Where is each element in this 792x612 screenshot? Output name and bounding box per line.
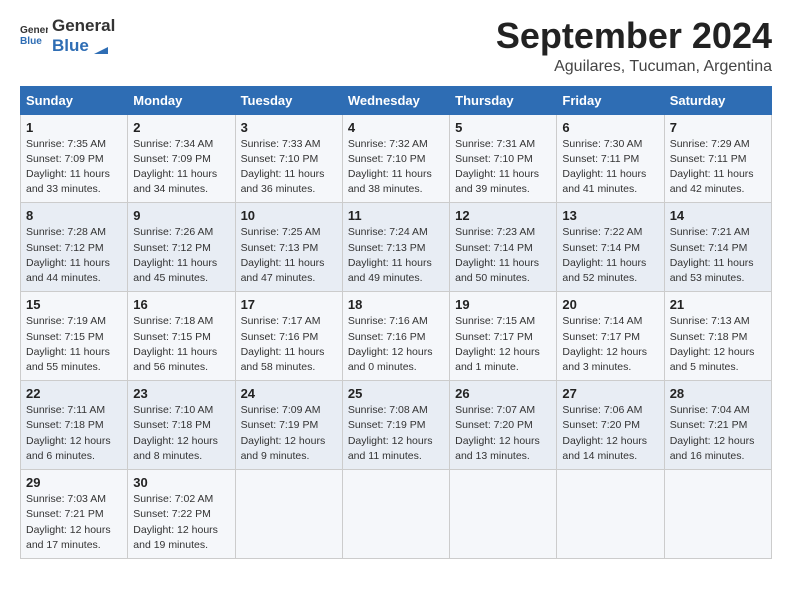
- calendar-cell-7: 7Sunrise: 7:29 AMSunset: 7:11 PMDaylight…: [664, 114, 771, 203]
- calendar-cell-1: 1Sunrise: 7:35 AMSunset: 7:09 PMDaylight…: [21, 114, 128, 203]
- weekday-header-friday: Friday: [557, 86, 664, 114]
- calendar-cell-21: 21Sunrise: 7:13 AMSunset: 7:18 PMDayligh…: [664, 292, 771, 381]
- calendar-cell-13: 13Sunrise: 7:22 AMSunset: 7:14 PMDayligh…: [557, 203, 664, 292]
- calendar-week-2: 8Sunrise: 7:28 AMSunset: 7:12 PMDaylight…: [21, 203, 772, 292]
- calendar-cell-5: 5Sunrise: 7:31 AMSunset: 7:10 PMDaylight…: [450, 114, 557, 203]
- calendar-cell-23: 23Sunrise: 7:10 AMSunset: 7:18 PMDayligh…: [128, 381, 235, 470]
- calendar-cell-26: 26Sunrise: 7:07 AMSunset: 7:20 PMDayligh…: [450, 381, 557, 470]
- weekday-header-tuesday: Tuesday: [235, 86, 342, 114]
- weekday-header-thursday: Thursday: [450, 86, 557, 114]
- calendar-cell-15: 15Sunrise: 7:19 AMSunset: 7:15 PMDayligh…: [21, 292, 128, 381]
- calendar-cell-27: 27Sunrise: 7:06 AMSunset: 7:20 PMDayligh…: [557, 381, 664, 470]
- weekday-header-saturday: Saturday: [664, 86, 771, 114]
- calendar-cell-30: 30Sunrise: 7:02 AMSunset: 7:22 PMDayligh…: [128, 470, 235, 559]
- calendar-cell-22: 22Sunrise: 7:11 AMSunset: 7:18 PMDayligh…: [21, 381, 128, 470]
- logo-triangle: [94, 40, 108, 54]
- calendar-cell-18: 18Sunrise: 7:16 AMSunset: 7:16 PMDayligh…: [342, 292, 449, 381]
- month-title: September 2024: [496, 16, 772, 56]
- calendar-cell-8: 8Sunrise: 7:28 AMSunset: 7:12 PMDaylight…: [21, 203, 128, 292]
- logo-icon: General Blue: [20, 22, 48, 50]
- calendar-cell-4: 4Sunrise: 7:32 AMSunset: 7:10 PMDaylight…: [342, 114, 449, 203]
- calendar-cell-25: 25Sunrise: 7:08 AMSunset: 7:19 PMDayligh…: [342, 381, 449, 470]
- calendar-cell-20: 20Sunrise: 7:14 AMSunset: 7:17 PMDayligh…: [557, 292, 664, 381]
- weekday-header-monday: Monday: [128, 86, 235, 114]
- logo-general: General: [52, 16, 115, 36]
- location-title: Aguilares, Tucuman, Argentina: [496, 58, 772, 76]
- calendar-cell-empty: [557, 470, 664, 559]
- calendar-cell-24: 24Sunrise: 7:09 AMSunset: 7:19 PMDayligh…: [235, 381, 342, 470]
- calendar-week-1: 1Sunrise: 7:35 AMSunset: 7:09 PMDaylight…: [21, 114, 772, 203]
- calendar-cell-29: 29Sunrise: 7:03 AMSunset: 7:21 PMDayligh…: [21, 470, 128, 559]
- calendar-week-5: 29Sunrise: 7:03 AMSunset: 7:21 PMDayligh…: [21, 470, 772, 559]
- calendar-cell-6: 6Sunrise: 7:30 AMSunset: 7:11 PMDaylight…: [557, 114, 664, 203]
- calendar-cell-12: 12Sunrise: 7:23 AMSunset: 7:14 PMDayligh…: [450, 203, 557, 292]
- calendar-cell-empty: [664, 470, 771, 559]
- calendar-week-3: 15Sunrise: 7:19 AMSunset: 7:15 PMDayligh…: [21, 292, 772, 381]
- calendar-week-4: 22Sunrise: 7:11 AMSunset: 7:18 PMDayligh…: [21, 381, 772, 470]
- weekday-header-row: SundayMondayTuesdayWednesdayThursdayFrid…: [21, 86, 772, 114]
- calendar-cell-empty: [450, 470, 557, 559]
- svg-text:General: General: [20, 25, 48, 36]
- calendar-cell-2: 2Sunrise: 7:34 AMSunset: 7:09 PMDaylight…: [128, 114, 235, 203]
- title-area: September 2024 Aguilares, Tucuman, Argen…: [496, 16, 772, 76]
- calendar-cell-empty: [235, 470, 342, 559]
- calendar-cell-11: 11Sunrise: 7:24 AMSunset: 7:13 PMDayligh…: [342, 203, 449, 292]
- calendar-cell-10: 10Sunrise: 7:25 AMSunset: 7:13 PMDayligh…: [235, 203, 342, 292]
- weekday-header-sunday: Sunday: [21, 86, 128, 114]
- calendar-cell-9: 9Sunrise: 7:26 AMSunset: 7:12 PMDaylight…: [128, 203, 235, 292]
- svg-text:Blue: Blue: [20, 36, 42, 47]
- calendar-cell-17: 17Sunrise: 7:17 AMSunset: 7:16 PMDayligh…: [235, 292, 342, 381]
- calendar-cell-16: 16Sunrise: 7:18 AMSunset: 7:15 PMDayligh…: [128, 292, 235, 381]
- calendar-cell-19: 19Sunrise: 7:15 AMSunset: 7:17 PMDayligh…: [450, 292, 557, 381]
- page-header: General Blue General Blue September 2024…: [20, 16, 772, 76]
- calendar-table: SundayMondayTuesdayWednesdayThursdayFrid…: [20, 86, 772, 559]
- calendar-cell-14: 14Sunrise: 7:21 AMSunset: 7:14 PMDayligh…: [664, 203, 771, 292]
- calendar-cell-empty: [342, 470, 449, 559]
- calendar-cell-28: 28Sunrise: 7:04 AMSunset: 7:21 PMDayligh…: [664, 381, 771, 470]
- logo: General Blue General Blue: [20, 16, 115, 57]
- weekday-header-wednesday: Wednesday: [342, 86, 449, 114]
- logo-blue: Blue: [52, 36, 115, 56]
- calendar-cell-3: 3Sunrise: 7:33 AMSunset: 7:10 PMDaylight…: [235, 114, 342, 203]
